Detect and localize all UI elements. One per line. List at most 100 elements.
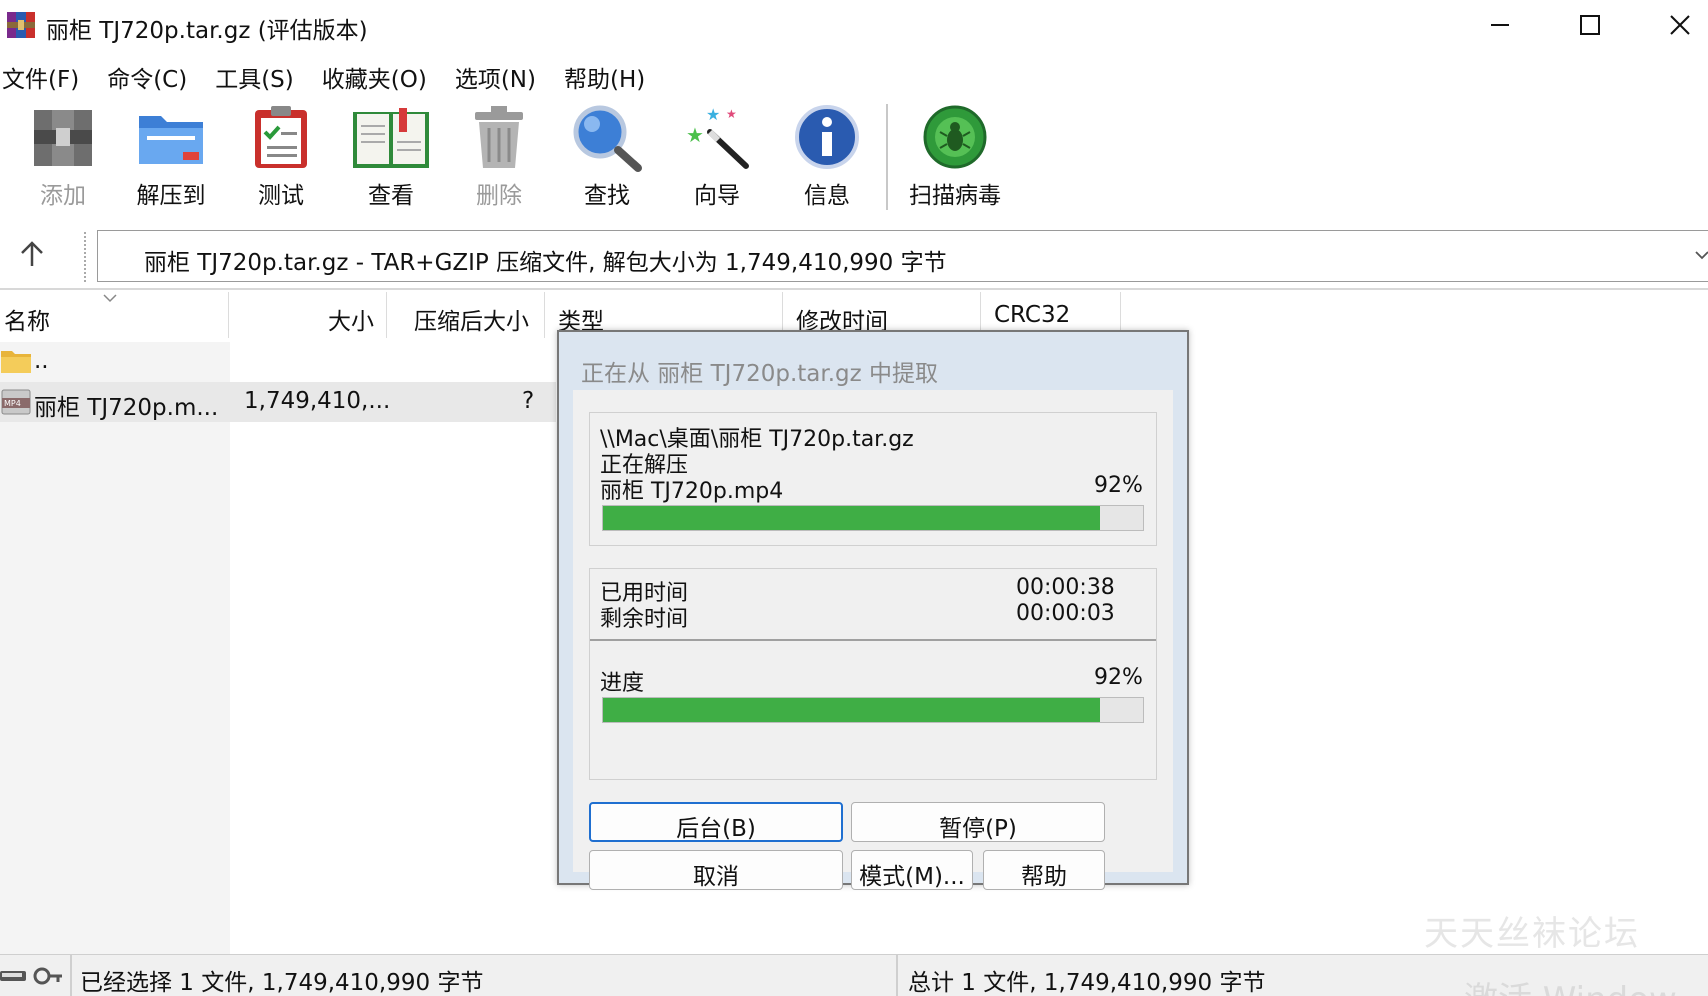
chevron-down-icon[interactable]	[1694, 247, 1708, 263]
winrar-app-icon[interactable]	[6, 10, 36, 40]
svg-text:★: ★	[726, 107, 737, 121]
delete-label: 删除	[476, 183, 522, 209]
file-size: 1,749,410,...	[244, 388, 391, 414]
dialog-title: 正在从 丽柜 TJ720p.tar.gz 中提取	[581, 361, 939, 387]
info-label: 信息	[804, 183, 850, 209]
wizard-button[interactable]: ★ ★ ★ 向导	[662, 102, 772, 214]
file-packed-size: ?	[522, 388, 535, 414]
minimize-icon	[1491, 24, 1509, 26]
forum-watermark: 天天丝袜论坛	[1424, 914, 1640, 954]
address-grip	[84, 232, 86, 282]
background-button[interactable]: 后台(B)	[589, 802, 843, 842]
status-divider	[70, 955, 72, 996]
menu-favorites[interactable]: 收藏夹(O)	[320, 56, 427, 94]
address-field[interactable]: 丽柜 TJ720p.tar.gz - TAR+GZIP 压缩文件, 解包大小为 …	[97, 230, 1708, 282]
wizard-label: 向导	[694, 183, 740, 209]
total-progress-bar	[602, 697, 1144, 723]
list-item-parent-folder[interactable]: ..	[0, 342, 556, 382]
column-divider[interactable]	[386, 292, 387, 338]
total-percent: 92%	[1094, 665, 1143, 690]
folder-icon	[1, 351, 31, 373]
address-text: 丽柜 TJ720p.tar.gz - TAR+GZIP 压缩文件, 解包大小为 …	[144, 250, 947, 276]
trash-icon	[475, 106, 523, 168]
column-header-name[interactable]: 名称	[4, 290, 50, 340]
sort-chevron-icon	[103, 294, 117, 303]
column-divider[interactable]	[228, 292, 229, 338]
cancel-button[interactable]: 取消	[589, 850, 843, 890]
svg-text:MP4: MP4	[4, 399, 21, 408]
window-title: 丽柜 TJ720p.tar.gz (评估版本)	[46, 18, 368, 44]
activate-windows-watermark: 激活 Window	[1464, 972, 1677, 996]
add-button[interactable]: 添加	[8, 102, 118, 214]
close-button[interactable]	[1636, 0, 1708, 50]
find-button[interactable]: 查找	[552, 102, 662, 214]
svg-text:★: ★	[686, 123, 704, 147]
view-book-icon	[353, 108, 429, 168]
minimize-button[interactable]	[1456, 0, 1544, 50]
total-progress-group: 已用时间 00:00:38 剩余时间 00:00:03 进度 92%	[589, 568, 1157, 780]
drive-key-icon	[0, 967, 62, 985]
group-divider	[590, 639, 1156, 641]
toolbar: 添加 解压到 测试 查看 删除 查找 ★ ★ ★ 向导 信息 扫描病毒	[0, 98, 1708, 218]
test-label: 测试	[258, 183, 304, 209]
address-row: 丽柜 TJ720p.tar.gz - TAR+GZIP 压缩文件, 解包大小为 …	[0, 228, 1708, 284]
menu-bar: 文件(F) 命令(C) 工具(S) 收藏夹(O) 选项(N) 帮助(H)	[0, 56, 1708, 94]
column-divider[interactable]	[544, 292, 545, 338]
list-item-mp4-file[interactable]: MP4 丽柜 TJ720p.m... 1,749,410,... ?	[0, 382, 556, 422]
extraction-dialog[interactable]: 正在从 丽柜 TJ720p.tar.gz 中提取 \\Mac\桌面\丽柜 TJ7…	[557, 330, 1189, 890]
close-icon	[1670, 15, 1690, 35]
menu-commands[interactable]: 命令(C)	[105, 56, 187, 94]
toolbar-separator	[886, 104, 888, 210]
scan-virus-label: 扫描病毒	[909, 183, 1001, 209]
current-file-name: 丽柜 TJ720p.mp4	[600, 479, 784, 504]
mp4-file-icon: MP4	[1, 389, 31, 415]
name-column-background	[0, 342, 230, 954]
view-label: 查看	[368, 183, 414, 209]
find-label: 查找	[584, 183, 630, 209]
menu-tools[interactable]: 工具(S)	[213, 56, 294, 94]
dialog-body: \\Mac\桌面\丽柜 TJ720p.tar.gz 正在解压 丽柜 TJ720p…	[573, 390, 1173, 890]
status-selected: 已经选择 1 文件, 1,749,410,990 字节	[80, 970, 484, 996]
virus-scan-icon	[923, 105, 987, 169]
help-button[interactable]: 帮助	[983, 850, 1105, 890]
menu-help[interactable]: 帮助(H)	[562, 56, 645, 94]
mode-button[interactable]: 模式(M)...	[851, 850, 973, 890]
scan-virus-button[interactable]: 扫描病毒	[900, 102, 1010, 214]
extract-folder-icon	[139, 116, 203, 164]
menu-options[interactable]: 选项(N)	[453, 56, 536, 94]
progress-label: 进度	[600, 671, 645, 696]
remaining-label: 剩余时间	[600, 607, 689, 632]
status-divider	[896, 955, 898, 996]
file-progress-bar	[602, 505, 1144, 531]
title-bar[interactable]: 丽柜 TJ720p.tar.gz (评估版本)	[0, 0, 1708, 50]
status-total: 总计 1 文件, 1,749,410,990 字节	[908, 970, 1266, 996]
magic-wand-icon: ★ ★ ★	[686, 105, 749, 169]
file-name: ..	[34, 348, 49, 374]
column-header-packed[interactable]: 压缩后大小	[414, 290, 529, 340]
current-file-group: \\Mac\桌面\丽柜 TJ720p.tar.gz 正在解压 丽柜 TJ720p…	[589, 412, 1157, 546]
info-button[interactable]: 信息	[772, 102, 882, 214]
search-icon	[573, 105, 642, 172]
status-bar: 已经选择 1 文件, 1,749,410,990 字节 总计 1 文件, 1,7…	[0, 954, 1708, 996]
column-header-size[interactable]: 大小	[328, 290, 374, 340]
extract-to-button[interactable]: 解压到	[116, 102, 226, 214]
total-progress-fill	[603, 698, 1100, 722]
view-button[interactable]: 查看	[336, 102, 446, 214]
file-progress-fill	[603, 506, 1100, 530]
test-clipboard-icon	[255, 106, 307, 168]
add-archive-icon	[34, 110, 92, 166]
remaining-value: 00:00:03	[1016, 601, 1115, 626]
up-arrow-icon[interactable]	[16, 238, 48, 272]
maximize-icon	[1580, 15, 1600, 35]
pause-button[interactable]: 暂停(P)	[851, 802, 1105, 842]
test-button[interactable]: 测试	[226, 102, 336, 214]
info-icon	[795, 105, 859, 169]
menu-file[interactable]: 文件(F)	[0, 56, 79, 94]
delete-button[interactable]: 删除	[444, 102, 554, 214]
file-percent: 92%	[1094, 473, 1143, 498]
add-label: 添加	[40, 183, 86, 209]
maximize-button[interactable]	[1546, 0, 1634, 50]
svg-text:★: ★	[706, 105, 720, 124]
elapsed-value: 00:00:38	[1016, 575, 1115, 600]
extract-to-label: 解压到	[136, 183, 206, 209]
